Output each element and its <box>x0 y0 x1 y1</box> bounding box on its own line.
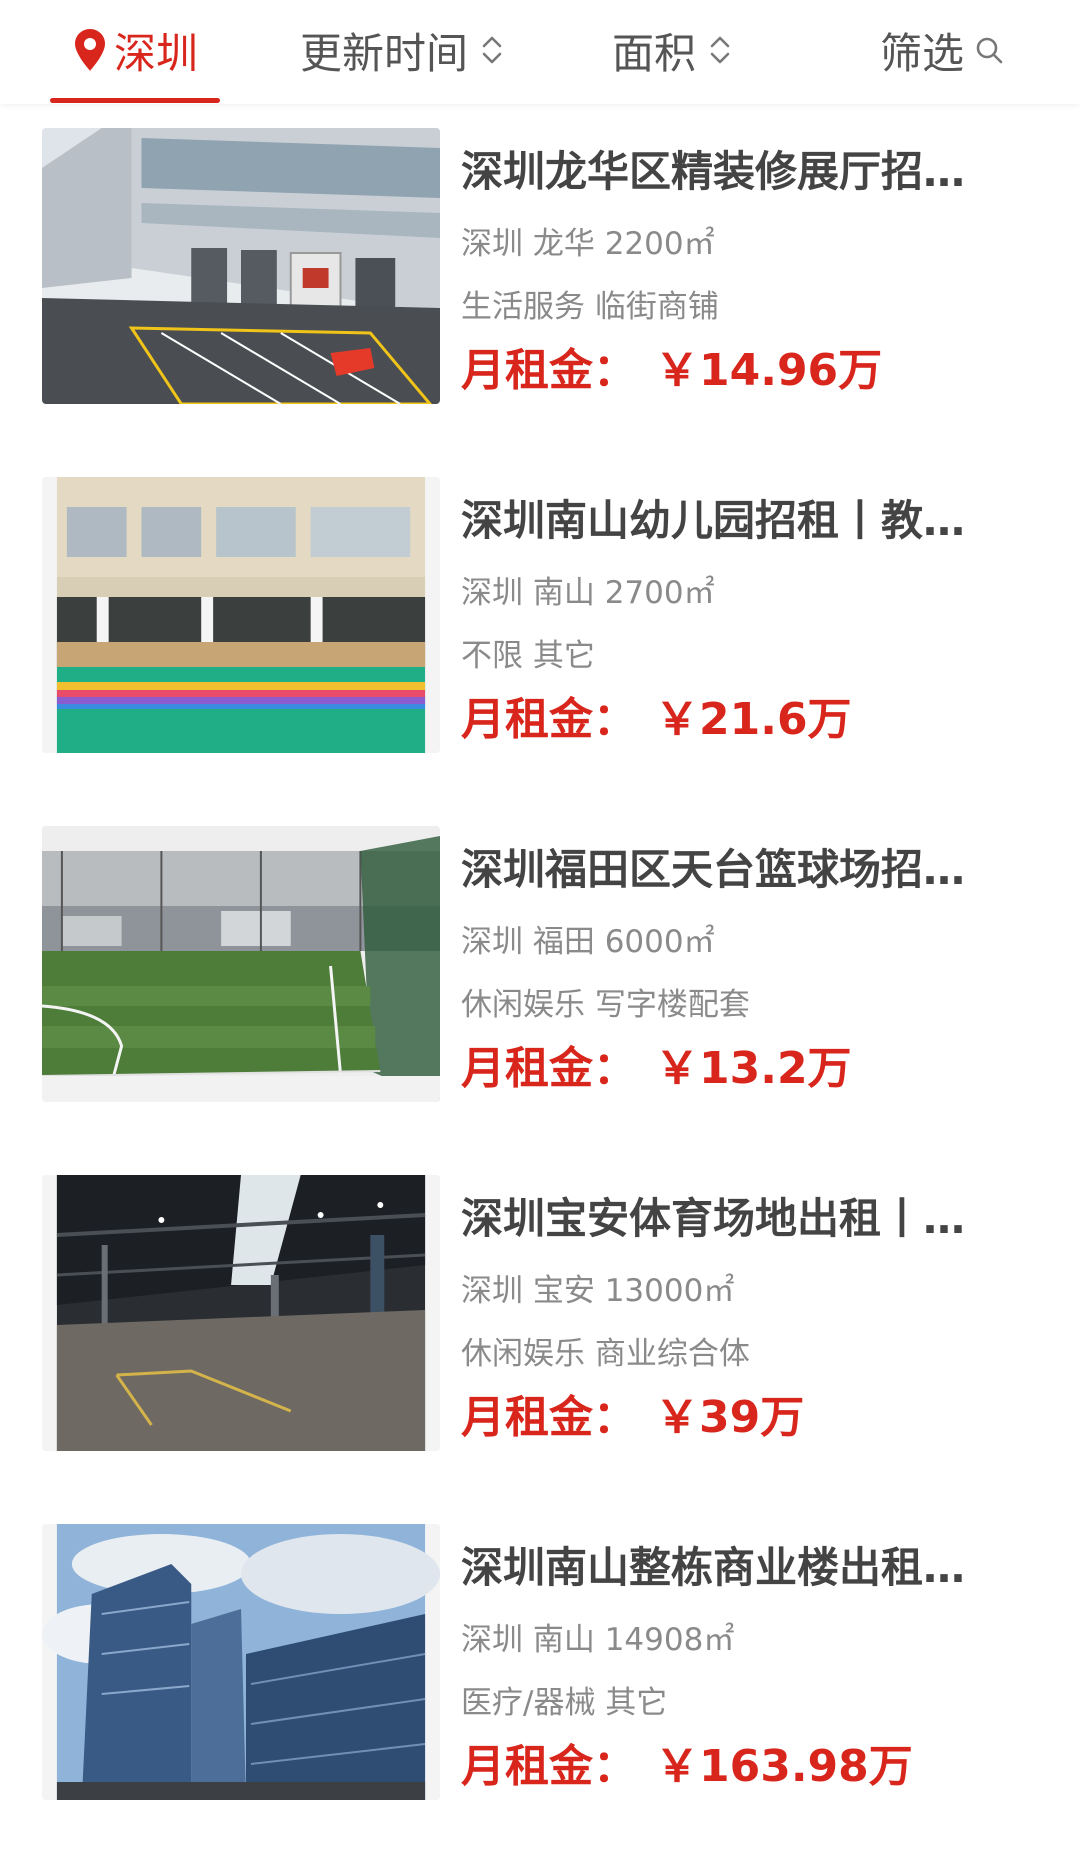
sort-area[interactable]: 面积 <box>612 22 732 78</box>
listing-meta: 深圳 龙华 2200㎡ <box>461 226 715 262</box>
search-icon <box>976 37 1003 64</box>
listing-tags: 休闲娱乐 写字楼配套 <box>461 987 750 1023</box>
price-label: 月租金： <box>461 345 637 396</box>
sort-updown-icon <box>482 36 502 64</box>
filter-label: 筛选 <box>880 28 965 78</box>
filter-button[interactable]: 筛选 <box>880 22 1004 78</box>
listing-photo-sports-venue <box>42 1175 440 1451</box>
listing-card[interactable]: 深圳南山幼儿园招租丨教… 深圳 南山 2700㎡ 不限 其它 月租金： ￥21.6… <box>0 453 1080 802</box>
listing-price: 月租金： ￥21.6万 <box>461 691 852 749</box>
listing-tags: 医疗/器械 其它 <box>461 1685 668 1721</box>
city-selector[interactable]: 深圳 <box>72 22 198 78</box>
price-value: ￥13.2万 <box>655 1043 852 1094</box>
listing-title[interactable]: 深圳福田区天台篮球场招… <box>461 842 1021 898</box>
sort-area-label: 面积 <box>612 28 697 78</box>
listing-card[interactable]: 深圳龙华区精装修展厅招… 深圳 龙华 2200㎡ 生活服务 临街商铺 月租金： ￥… <box>0 104 1080 453</box>
listing-photo-rooftop-court <box>42 826 440 1102</box>
price-value: ￥39万 <box>655 1392 805 1443</box>
city-label: 深圳 <box>114 28 199 78</box>
price-value: ￥14.96万 <box>655 345 883 396</box>
listing-card[interactable]: 深圳福田区天台篮球场招… 深圳 福田 6000㎡ 休闲娱乐 写字楼配套 月租金：… <box>0 802 1080 1151</box>
price-label: 月租金： <box>461 1043 637 1094</box>
listing-title[interactable]: 深圳南山整栋商业楼出租… <box>461 1540 1021 1596</box>
listing-title[interactable]: 深圳宝安体育场地出租丨… <box>461 1191 1021 1247</box>
listing-price: 月租金： ￥39万 <box>461 1389 804 1447</box>
listing-card[interactable]: 深圳宝安体育场地出租丨… 深圳 宝安 13000㎡ 休闲娱乐 商业综合体 月租金… <box>0 1151 1080 1500</box>
price-label: 月租金： <box>461 1741 637 1792</box>
listing-price: 月租金： ￥13.2万 <box>461 1040 852 1098</box>
price-label: 月租金： <box>461 1392 637 1443</box>
listing-photo-kindergarten <box>42 477 440 753</box>
listing-meta: 深圳 南山 2700㎡ <box>461 575 715 611</box>
listing-meta: 深圳 福田 6000㎡ <box>461 924 715 960</box>
listing-title[interactable]: 深圳南山幼儿园招租丨教… <box>461 493 1021 549</box>
sort-updown-icon <box>710 36 730 64</box>
listing-title[interactable]: 深圳龙华区精装修展厅招… <box>461 144 1021 200</box>
price-value: ￥21.6万 <box>655 694 852 745</box>
listing-price: 月租金： ￥14.96万 <box>461 342 882 400</box>
listing-photo-commercial-building <box>42 1524 440 1800</box>
active-tab-indicator <box>50 98 220 103</box>
listing-card[interactable]: 深圳南山整栋商业楼出租… 深圳 南山 14908㎡ 医疗/器械 其它 月租金： ￥… <box>0 1500 1080 1849</box>
listing-meta: 深圳 南山 14908㎡ <box>461 1622 735 1658</box>
price-label: 月租金： <box>461 694 637 745</box>
price-value: ￥163.98万 <box>655 1741 913 1792</box>
sort-update-time[interactable]: 更新时间 <box>300 22 504 78</box>
listing-tags: 不限 其它 <box>461 638 595 674</box>
listing-tags: 生活服务 临街商铺 <box>461 289 719 325</box>
filter-bar: 深圳 更新时间 面积 筛选 <box>0 0 1080 104</box>
listing-price: 月租金： ￥163.98万 <box>461 1738 913 1796</box>
listing-meta: 深圳 宝安 13000㎡ <box>461 1273 735 1309</box>
sort-update-time-label: 更新时间 <box>300 28 469 78</box>
listing-tags: 休闲娱乐 商业综合体 <box>461 1336 750 1372</box>
location-pin-icon <box>75 29 105 71</box>
listing-photo-showroom <box>42 128 440 404</box>
